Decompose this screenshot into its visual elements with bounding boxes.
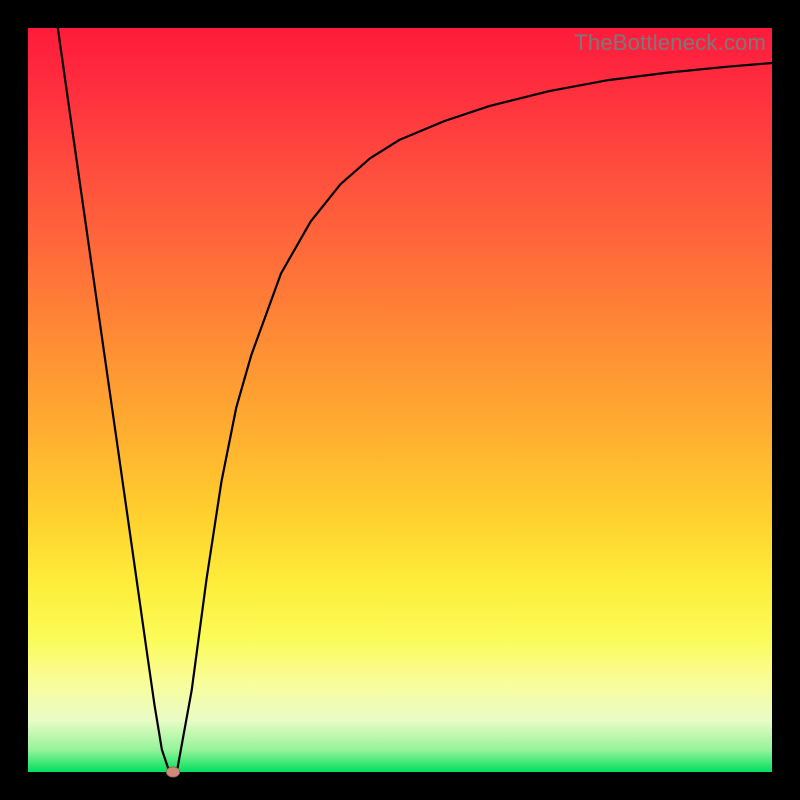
minimum-marker: [166, 767, 180, 778]
chart-frame: TheBottleneck.com: [0, 0, 800, 800]
watermark-label: TheBottleneck.com: [574, 30, 766, 56]
curve-path: [58, 28, 772, 772]
bottleneck-curve: [28, 28, 772, 772]
plot-area: TheBottleneck.com: [28, 28, 772, 772]
